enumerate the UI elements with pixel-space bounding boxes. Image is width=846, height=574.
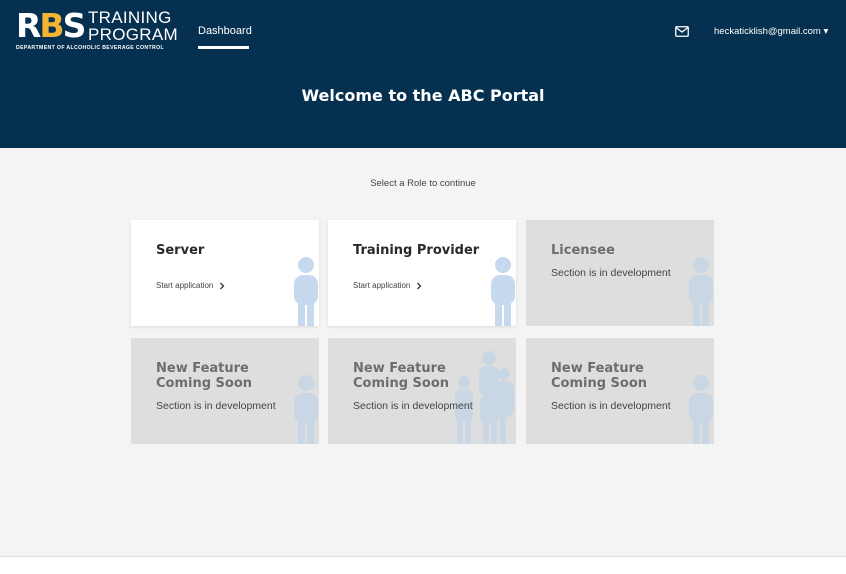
chevron-right-icon xyxy=(220,282,225,289)
person-icon xyxy=(689,257,713,326)
role-prompt: Select a Role to continue xyxy=(370,178,476,189)
logo-subtitle: DEPARTMENT OF ALCOHOLIC BEVERAGE CONTROL xyxy=(16,45,165,51)
card-title: Training Provider xyxy=(353,243,480,258)
link-label: Start application xyxy=(353,281,411,290)
role-card-new-feature-1: New Feature Coming Soon Section is in de… xyxy=(131,338,319,444)
role-card-training-provider[interactable]: Training Provider Start application xyxy=(328,220,516,326)
mail-icon[interactable] xyxy=(675,26,689,37)
start-application-link[interactable]: Start application xyxy=(156,281,226,290)
account-email: heckaticklish@gmail.com xyxy=(714,26,821,37)
card-status: Section is in development xyxy=(551,400,671,412)
role-card-new-feature-2: New Feature Coming Soon Section is in de… xyxy=(328,338,516,444)
nav-tab-dashboard[interactable]: Dashboard xyxy=(198,25,252,37)
person-icon xyxy=(491,257,515,326)
link-label: Start application xyxy=(156,281,214,290)
start-application-link[interactable]: Start application xyxy=(353,281,423,290)
rbs-logo[interactable]: RBS TRAINING PROGRAM DEPARTMENT OF ALCOH… xyxy=(16,6,178,53)
person-icon xyxy=(689,375,713,444)
person-icon xyxy=(294,257,318,326)
chevron-right-icon xyxy=(417,282,422,289)
logo-line-training: TRAINING xyxy=(88,8,172,27)
site-header: RBS TRAINING PROGRAM DEPARTMENT OF ALCOH… xyxy=(0,0,846,148)
card-status: Section is in development xyxy=(156,400,276,412)
logo-words: TRAINING PROGRAM xyxy=(88,9,178,43)
logo-line-program: PROGRAM xyxy=(88,25,178,44)
account-menu[interactable]: heckaticklish@gmail.com ▾ xyxy=(714,26,828,37)
person-icon xyxy=(294,375,318,444)
nav-active-indicator xyxy=(198,46,249,49)
card-title: Server xyxy=(156,243,205,258)
caret-down-icon: ▾ xyxy=(823,26,829,37)
role-card-server[interactable]: Server Start application xyxy=(131,220,319,326)
logo-mark: RBS xyxy=(16,6,86,45)
card-title: Licensee xyxy=(551,243,615,258)
card-status: Section is in development xyxy=(551,267,671,279)
card-title: New Feature Coming Soon xyxy=(353,361,450,391)
card-title: New Feature Coming Soon xyxy=(156,361,253,391)
card-status: Section is in development xyxy=(353,400,473,412)
role-card-new-feature-3: New Feature Coming Soon Section is in de… xyxy=(526,338,714,444)
page-title: Welcome to the ABC Portal xyxy=(301,86,545,105)
role-card-licensee: Licensee Section is in development xyxy=(526,220,714,326)
card-title: New Feature Coming Soon xyxy=(551,361,648,391)
page-footer xyxy=(0,557,846,574)
